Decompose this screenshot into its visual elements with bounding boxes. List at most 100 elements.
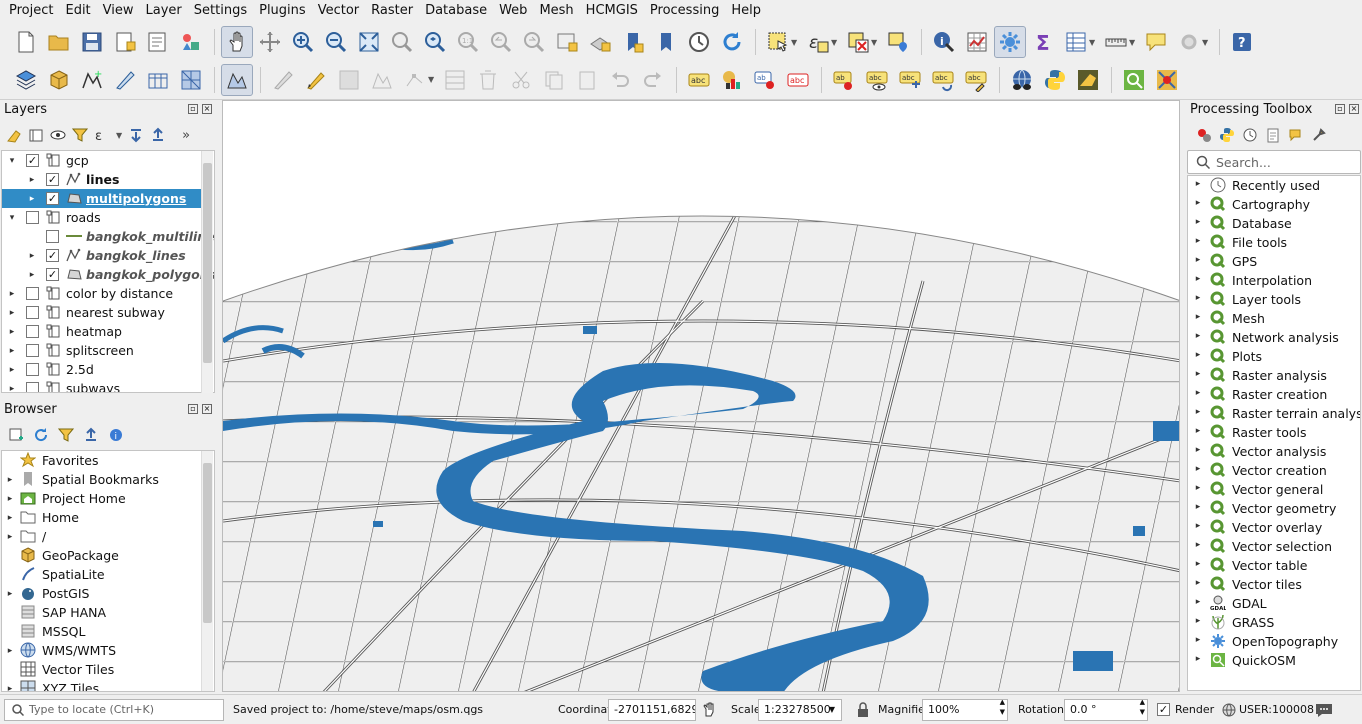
layer-row-2-5d[interactable]: ▸ 2.5d	[2, 360, 201, 379]
zoom-layer-button[interactable]	[419, 26, 451, 58]
more-options-icon[interactable]: »	[182, 128, 190, 143]
float-toolbox-icon[interactable]: ▫	[1335, 104, 1345, 114]
expand-arrow-icon[interactable]: ▸	[1194, 540, 1202, 550]
expand-arrow-icon[interactable]: ▸	[8, 289, 16, 299]
expand-arrow-icon[interactable]: ▸	[1194, 407, 1202, 417]
browser-item-mssql[interactable]: MSSQL	[2, 622, 201, 641]
expand-arrow-icon[interactable]: ▸	[1194, 369, 1202, 379]
expand-arrow-icon[interactable]: ▸	[1194, 616, 1202, 626]
processing-group-grass[interactable]: ▸ GRASS	[1188, 613, 1360, 632]
layer-visibility-checkbox[interactable]: ✓	[46, 192, 59, 205]
processing-group-opentopography[interactable]: ▸ OpenTopography	[1188, 632, 1360, 651]
expand-arrow-icon[interactable]: ▸	[1194, 388, 1202, 398]
select-by-location-button[interactable]	[882, 26, 914, 58]
expand-arrow-icon[interactable]: ▸	[6, 589, 14, 599]
zoom-last-button[interactable]	[485, 26, 517, 58]
new-map-view-button[interactable]	[551, 26, 583, 58]
expand-arrow-icon[interactable]: ▸	[1194, 179, 1202, 189]
menu-web[interactable]: Web	[493, 0, 533, 22]
open-project-button[interactable]	[43, 26, 75, 58]
add-feature-button[interactable]	[366, 64, 398, 96]
zoom-full-button[interactable]	[353, 26, 385, 58]
expand-arrow-icon[interactable]: ▸	[1194, 445, 1202, 455]
toggle-unplaced-labels-button[interactable]: abc	[782, 64, 814, 96]
processing-group-database[interactable]: ▸ Database	[1188, 214, 1360, 233]
open-layer-styling-button[interactable]	[1072, 64, 1104, 96]
processing-group-raster-creation[interactable]: ▸ Raster creation	[1188, 385, 1360, 404]
layer-row-multipolygons[interactable]: ▸ ✓ multipolygons	[2, 189, 201, 208]
browser-item-project-home[interactable]: ▸ Project Home	[2, 489, 201, 508]
crs-globe-icon[interactable]	[1222, 703, 1236, 717]
new-shapefile-layer-button[interactable]: +	[76, 64, 108, 96]
refresh-icon[interactable]	[33, 427, 49, 443]
expand-arrow-icon[interactable]: ▸	[6, 684, 14, 692]
processing-group-vector-overlay[interactable]: ▸ Vector overlay	[1188, 518, 1360, 537]
show-hide-labels-button[interactable]: abc	[861, 64, 893, 96]
locator-input[interactable]: Type to locate (Ctrl+K)	[4, 699, 224, 721]
undo-button[interactable]	[604, 64, 636, 96]
browser-item-geopackage[interactable]: GeoPackage	[2, 546, 201, 565]
zoom-selection-button[interactable]	[386, 26, 418, 58]
zoom-next-button[interactable]	[518, 26, 550, 58]
layer-visibility-checkbox[interactable]	[26, 344, 39, 357]
menu-database[interactable]: Database	[419, 0, 493, 22]
expand-arrow-icon[interactable]: ▸	[1194, 483, 1202, 493]
menu-mesh[interactable]: Mesh	[533, 0, 579, 22]
layer-visibility-checkbox[interactable]	[26, 287, 39, 300]
edit-features-in-place-icon[interactable]	[1288, 127, 1304, 143]
browser-item-sap-hana[interactable]: SAP HANA	[2, 603, 201, 622]
show-bookmarks-button[interactable]	[650, 26, 682, 58]
identify-features-button[interactable]: i	[928, 26, 960, 58]
new-temporary-layer-button[interactable]	[109, 64, 141, 96]
expand-arrow-icon[interactable]: ▸	[1194, 559, 1202, 569]
processing-group-vector-table[interactable]: ▸ Vector table	[1188, 556, 1360, 575]
browser-item-[interactable]: ▸ /	[2, 527, 201, 546]
current-edits-button[interactable]	[267, 64, 299, 96]
new-3d-map-view-button[interactable]	[584, 26, 616, 58]
zoom-native-button[interactable]: 1:1	[452, 26, 484, 58]
pin-labels-button[interactable]: ab	[828, 64, 860, 96]
coordinate-field[interactable]: -2701151,6829208	[608, 699, 696, 721]
menu-project[interactable]: Project	[3, 0, 59, 22]
history-icon[interactable]	[1242, 127, 1258, 143]
save-project-button[interactable]	[76, 26, 108, 58]
expand-arrow-icon[interactable]: ▸	[6, 646, 14, 656]
processing-group-gdal[interactable]: ▸ GDAL GDAL	[1188, 594, 1360, 613]
layer-diagram-options-button[interactable]	[716, 64, 748, 96]
processing-group-vector-general[interactable]: ▸ Vector general	[1188, 480, 1360, 499]
layer-row-bangkok-lines[interactable]: ▸ ✓ bangkok_lines	[2, 246, 201, 265]
browser-item-spatial-bookmarks[interactable]: ▸ Spatial Bookmarks	[2, 470, 201, 489]
expand-arrow-icon[interactable]: ▸	[1194, 502, 1202, 512]
menu-processing[interactable]: Processing	[644, 0, 725, 22]
processing-group-network-analysis[interactable]: ▸ Network analysis	[1188, 328, 1360, 347]
filter-legend-icon[interactable]	[72, 127, 88, 143]
new-mesh-layer-button[interactable]	[175, 64, 207, 96]
expand-arrow-icon[interactable]: ▸	[1194, 464, 1202, 474]
filter-browser-icon[interactable]	[58, 427, 74, 443]
menu-hcmgis[interactable]: HCMGIS	[580, 0, 644, 22]
statistical-summary-button[interactable]: Σ	[1027, 26, 1059, 58]
magnifier-field[interactable]: 100% ▲ ▼	[922, 699, 1008, 721]
expand-arrow-icon[interactable]: ▸	[1194, 597, 1202, 607]
float-panel-icon[interactable]: ▫	[188, 104, 198, 114]
browser-item-spatialite[interactable]: SpatiaLite	[2, 565, 201, 584]
layer-visibility-checkbox[interactable]: ✓	[46, 173, 59, 186]
expand-arrow-icon[interactable]: ▸	[1194, 236, 1202, 246]
new-project-button[interactable]	[10, 26, 42, 58]
menu-raster[interactable]: Raster	[365, 0, 419, 22]
expand-arrow-icon[interactable]: ▸	[1194, 274, 1202, 284]
collapse-arrow-icon[interactable]: ▾	[8, 213, 16, 223]
zoom-out-button[interactable]	[320, 26, 352, 58]
processing-group-cartography[interactable]: ▸ Cartography	[1188, 195, 1360, 214]
toggle-extents-icon[interactable]	[702, 702, 718, 718]
paste-features-button[interactable]	[571, 64, 603, 96]
scale-dropdown-icon[interactable]: ▼	[829, 700, 835, 720]
lock-scale-icon[interactable]	[856, 702, 870, 718]
expand-arrow-icon[interactable]: ▸	[8, 384, 16, 393]
layer-row-subways[interactable]: ▸ subways	[2, 379, 201, 393]
data-source-manager-button[interactable]	[10, 64, 42, 96]
expand-arrow-icon[interactable]: ▸	[6, 475, 14, 485]
layer-row-bangkok-polygons[interactable]: ▸ ✓ bangkok_polygons	[2, 265, 214, 284]
processing-toolbox-button[interactable]	[994, 26, 1026, 58]
expand-arrow-icon[interactable]: ▸	[6, 494, 14, 504]
